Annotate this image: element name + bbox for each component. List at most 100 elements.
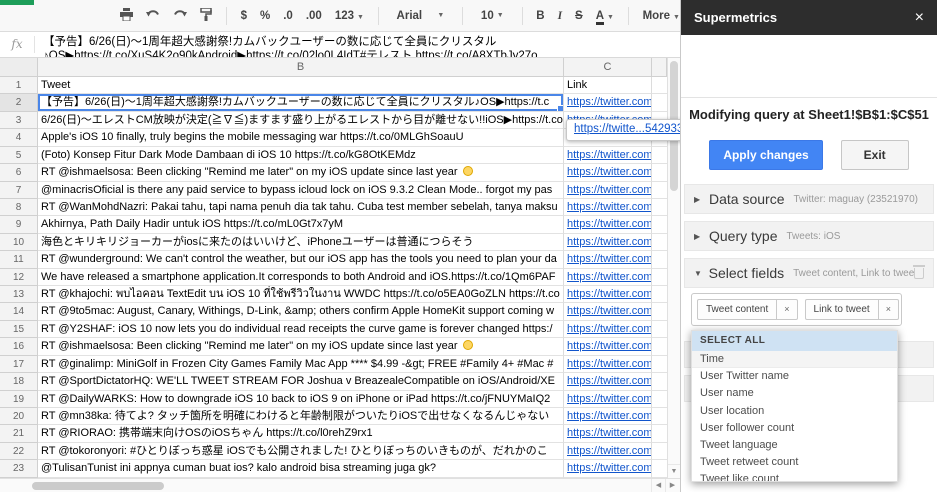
- undo-button[interactable]: [146, 9, 160, 23]
- cell-empty[interactable]: [652, 286, 667, 303]
- cell-empty[interactable]: [652, 234, 667, 251]
- row-number[interactable]: 14: [0, 303, 38, 320]
- cell-tweet[interactable]: @TulisanTunist ini appnya cuman buat ios…: [38, 460, 564, 477]
- cell-link[interactable]: https://twitter.com/ge: [564, 408, 652, 425]
- exit-button[interactable]: Exit: [841, 140, 909, 170]
- cell-tweet[interactable]: RT @RIORAO: 携帯端末向けOSのiOSちゃん https://t.co…: [38, 425, 564, 442]
- remove-chip-button[interactable]: ×: [776, 300, 796, 319]
- row-number[interactable]: 11: [0, 251, 38, 268]
- more-menu[interactable]: More▼: [643, 10, 680, 22]
- cell-link[interactable]: https://twitter.com/Go: [564, 164, 652, 181]
- column-header-c[interactable]: C: [564, 58, 652, 77]
- apply-changes-button[interactable]: Apply changes: [709, 140, 822, 170]
- cell-link[interactable]: https://twitter.com/ya: [564, 443, 652, 460]
- row-number[interactable]: 19: [0, 391, 38, 408]
- row-number[interactable]: 6: [0, 164, 38, 181]
- cell-tweet[interactable]: Apple's iOS 10 finally, truly begins the…: [38, 129, 564, 146]
- cell-tweet[interactable]: Akhirnya, Path Daily Hadir untuk iOS htt…: [38, 216, 564, 233]
- row-number[interactable]: 12: [0, 269, 38, 286]
- cell-empty[interactable]: [652, 164, 667, 181]
- cell-empty[interactable]: [652, 408, 667, 425]
- row-number[interactable]: 7: [0, 182, 38, 199]
- scroll-down-icon[interactable]: ▼: [668, 464, 680, 478]
- cell-tweet[interactable]: RT @khajochi: พบไอคอน TextEdit บน iOS 10…: [38, 286, 564, 303]
- cell-empty[interactable]: [652, 303, 667, 320]
- cell-empty[interactable]: [652, 199, 667, 216]
- cell-link[interactable]: https://twitter.com/Co: [564, 391, 652, 408]
- cell-link[interactable]: https://twitter.com/JC: [564, 216, 652, 233]
- cell-link[interactable]: https://twitter.com/3n: [564, 338, 652, 355]
- cell-link[interactable]: https://twitter.com/let: [564, 460, 652, 477]
- dropdown-item[interactable]: User location: [692, 403, 897, 420]
- row-number[interactable]: 10: [0, 234, 38, 251]
- cell-link[interactable]: https://twitter.com/ba: [564, 303, 652, 320]
- cell-empty[interactable]: [652, 269, 667, 286]
- cell-link[interactable]: https://twitter.com/ele: [564, 94, 652, 111]
- cell-tweet[interactable]: RT @wunderground: We can't control the w…: [38, 251, 564, 268]
- cell-link[interactable]: https://twitter.com/RA: [564, 234, 652, 251]
- column-header-d-partial[interactable]: [652, 58, 667, 77]
- scroll-left-icon[interactable]: ◀: [651, 479, 665, 492]
- select-all-corner[interactable]: [0, 58, 38, 77]
- cell-empty[interactable]: [652, 356, 667, 373]
- field-chip[interactable]: Tweet content×: [697, 299, 798, 320]
- italic-button[interactable]: I: [558, 10, 562, 22]
- row-number[interactable]: 9: [0, 216, 38, 233]
- paint-format-button[interactable]: [200, 8, 212, 24]
- dropdown-item[interactable]: User name: [692, 385, 897, 402]
- cell-tweet[interactable]: 【予告】6/26(日)〜1周年超大感謝祭!カムバックユーザーの数に応じて全員にク…: [38, 94, 564, 111]
- cell-tweet[interactable]: Tweet: [38, 77, 564, 94]
- cell-tweet[interactable]: RT @9to5mac: August, Canary, Withings, D…: [38, 303, 564, 320]
- row-number[interactable]: 1: [0, 77, 38, 94]
- redo-button[interactable]: [173, 9, 187, 23]
- cell-tweet[interactable]: RT @ginalimp: MiniGolf in Frozen City Ga…: [38, 356, 564, 373]
- horizontal-scrollbar[interactable]: ◀ ▶: [0, 478, 680, 492]
- dropdown-item[interactable]: Time: [692, 351, 897, 368]
- increase-decimals-button[interactable]: .00: [306, 10, 322, 22]
- cell-empty[interactable]: [652, 94, 667, 111]
- row-number[interactable]: 3: [0, 112, 38, 129]
- row-number[interactable]: 15: [0, 321, 38, 338]
- row-number[interactable]: 18: [0, 373, 38, 390]
- horizontal-scrollbar-thumb[interactable]: [32, 482, 164, 490]
- selected-fields-box[interactable]: Tweet content×Link to tweet×: [691, 293, 902, 326]
- dropdown-item[interactable]: Tweet language: [692, 437, 897, 454]
- accordion-select-fields[interactable]: ▼Select fieldsTweet content, Link to twe…: [684, 258, 934, 288]
- cell-link[interactable]: https://twitter.com/dd: [564, 286, 652, 303]
- cell-link[interactable]: https://twitter.com/lyr: [564, 356, 652, 373]
- cell-link[interactable]: https://twitter.com/Dj: [564, 182, 652, 199]
- formula-bar-content[interactable]: 【予告】6/26(日)〜1周年超大感謝祭!カムバックユーザーの数に応じて全員にク…: [35, 32, 680, 57]
- format-currency-button[interactable]: $: [241, 10, 247, 22]
- cell-tweet[interactable]: (Foto) Konsep Fitur Dark Mode Dambaan di…: [38, 147, 564, 164]
- decrease-decimals-button[interactable]: .0: [283, 10, 293, 22]
- cell-link[interactable]: https://twitter.com/Ma: [564, 251, 652, 268]
- row-number[interactable]: 5: [0, 147, 38, 164]
- formula-bar[interactable]: fx 【予告】6/26(日)〜1周年超大感謝祭!カムバックユーザーの数に応じて全…: [0, 32, 680, 58]
- cell-tweet[interactable]: RT @mn38ka: 待てよ? タッチ箇所を明確にわけると年齢制限がついたりi…: [38, 408, 564, 425]
- cell-link[interactable]: Link: [564, 77, 652, 94]
- row-number[interactable]: 4: [0, 129, 38, 146]
- row-number[interactable]: 13: [0, 286, 38, 303]
- cell-empty[interactable]: [652, 425, 667, 442]
- row-number[interactable]: 16: [0, 338, 38, 355]
- cell-link[interactable]: https://twitter.com/Sa: [564, 269, 652, 286]
- text-color-button[interactable]: A▼: [596, 10, 614, 22]
- dropdown-item[interactable]: User follower count: [692, 420, 897, 437]
- cell-empty[interactable]: [652, 338, 667, 355]
- print-button[interactable]: [120, 8, 133, 24]
- cell-empty[interactable]: [652, 216, 667, 233]
- cell-tweet[interactable]: 海色とキリキリジョーカーがiosに来たのはいいけど、iPhoneユーザーは普通に…: [38, 234, 564, 251]
- dropdown-item[interactable]: Tweet retweet count: [692, 454, 897, 471]
- cell-empty[interactable]: [652, 182, 667, 199]
- accordion-query-type[interactable]: ▶Query typeTweets: iOS: [684, 221, 934, 251]
- cell-tweet[interactable]: RT @SportDictatorHQ: WE'LL TWEET STREAM …: [38, 373, 564, 390]
- cell-empty[interactable]: [652, 147, 667, 164]
- accordion-data-source[interactable]: ▶Data sourceTwitter: maguay (23521970): [684, 184, 934, 214]
- cell-empty[interactable]: [652, 77, 667, 94]
- cell-link[interactable]: https://twitter.com/by: [564, 425, 652, 442]
- number-format-menu[interactable]: 123▼: [335, 10, 364, 22]
- row-number[interactable]: 21: [0, 425, 38, 442]
- font-family-select[interactable]: Arial▼: [393, 10, 449, 22]
- cell-empty[interactable]: [652, 460, 667, 477]
- bold-button[interactable]: B: [536, 10, 544, 22]
